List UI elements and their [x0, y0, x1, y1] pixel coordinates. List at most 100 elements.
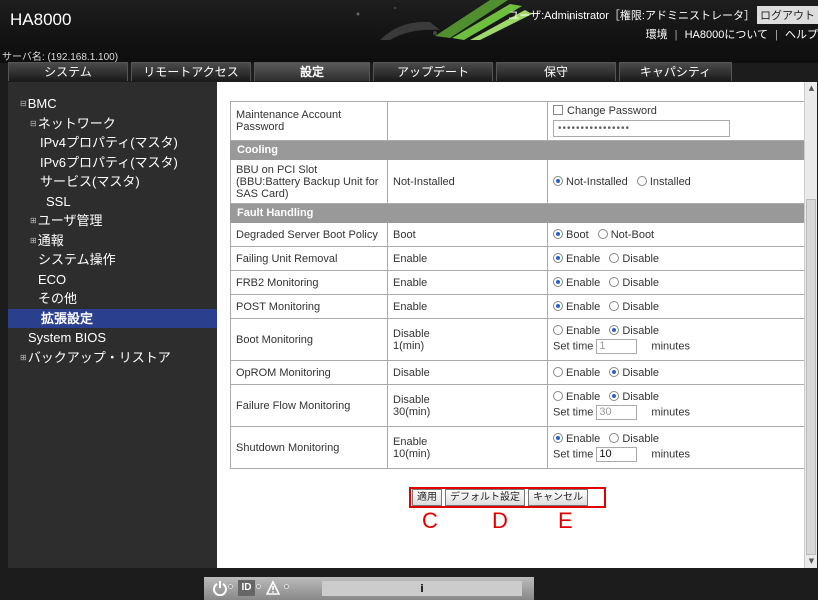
- sidebar-item-system-bios[interactable]: System BIOS: [8, 328, 217, 348]
- sidebar-item-user-management[interactable]: ⊞ユーザ管理: [8, 211, 217, 231]
- annotation-c: C: [422, 508, 438, 533]
- power-led-icon: [228, 584, 233, 589]
- expand-icon[interactable]: ⊞: [20, 353, 27, 362]
- row-value: Enable 10(min): [387, 426, 548, 469]
- tab-update[interactable]: アップデート: [373, 62, 493, 81]
- row-label: BBU on PCI Slot (BBU:Battery Backup Unit…: [230, 159, 388, 204]
- sidebar-item-system-operation[interactable]: システム操作: [8, 250, 217, 270]
- table-row: POST Monitoring Enable Enable Disable: [230, 294, 805, 319]
- expand-icon[interactable]: ⊞: [30, 236, 37, 245]
- radio-disable[interactable]: [609, 300, 620, 311]
- row-setting: Enable Disable Set time 10 minutes: [547, 426, 805, 469]
- row-value: Boot: [387, 222, 548, 247]
- help-link[interactable]: ヘルプ: [785, 29, 818, 41]
- sidebar-item-other[interactable]: その他: [8, 289, 217, 309]
- radio-enable[interactable]: [553, 391, 563, 401]
- table-row: Failure Flow Monitoring Disable 30(min) E…: [230, 384, 805, 427]
- radio-enable[interactable]: [553, 325, 563, 335]
- about-link[interactable]: HA8000について: [685, 29, 768, 41]
- tab-capacity[interactable]: キャパシティ: [619, 62, 732, 81]
- environment-link[interactable]: 環境: [646, 29, 668, 41]
- sidebar-item-bmc[interactable]: ⊟BMC: [8, 94, 217, 114]
- radio-disable[interactable]: [609, 391, 620, 401]
- sidebar-item-label: その他: [38, 291, 78, 306]
- default-settings-button[interactable]: デフォルト設定: [445, 489, 525, 506]
- change-password-checkbox[interactable]: [553, 105, 563, 115]
- sidebar-item-ipv6[interactable]: IPv6プロパティ(マスタ): [8, 153, 217, 173]
- radio-not-boot[interactable]: [597, 228, 608, 239]
- tab-settings[interactable]: 設定: [254, 62, 370, 81]
- sidebar-item-extended-settings[interactable]: 拡張設定: [8, 308, 217, 328]
- sidebar-item-ssl[interactable]: SSL: [8, 192, 217, 212]
- radio-installed[interactable]: [636, 175, 647, 186]
- time-input[interactable]: 1: [596, 339, 638, 354]
- radio-label: Enable: [566, 252, 601, 265]
- tab-maintenance[interactable]: 保守: [496, 62, 616, 81]
- radio-enable[interactable]: [553, 276, 563, 287]
- radio-disable[interactable]: [609, 276, 620, 287]
- sidebar-item-label: システム操作: [38, 252, 116, 267]
- time-input[interactable]: 30: [596, 405, 638, 420]
- radio-boot[interactable]: [553, 228, 563, 239]
- sidebar-item-eco[interactable]: ECO: [8, 270, 217, 290]
- row-value: Disable: [387, 360, 548, 385]
- set-time-label: Set time: [553, 448, 594, 461]
- set-time-row: Set time 10 minutes: [553, 447, 799, 462]
- time-input[interactable]: 10: [596, 447, 638, 462]
- radio-disable[interactable]: [609, 252, 620, 263]
- vertical-scrollbar[interactable]: ▲ ▼: [804, 82, 817, 568]
- radio-enable[interactable]: [553, 300, 563, 311]
- radio-enable[interactable]: [553, 366, 563, 377]
- info-icon[interactable]: i: [322, 581, 522, 596]
- logout-button[interactable]: ログアウト: [757, 6, 818, 24]
- tab-remote-access[interactable]: リモートアクセス: [131, 62, 251, 81]
- radio-disable[interactable]: [609, 325, 620, 335]
- radio-label: Enable: [566, 300, 601, 313]
- row-value: Enable: [387, 270, 548, 295]
- scroll-up-arrow-icon[interactable]: ▲: [805, 82, 817, 95]
- radio-enable[interactable]: [553, 433, 563, 443]
- sidebar-item-label: ユーザ管理: [37, 213, 103, 228]
- collapse-icon[interactable]: ⊟: [30, 119, 37, 128]
- radio-label: Disable: [622, 366, 660, 379]
- row-value: Enable: [387, 294, 548, 319]
- radio-label: Not-Boot: [610, 228, 655, 241]
- tab-system[interactable]: システム: [8, 62, 128, 81]
- row-label: OpROM Monitoring: [230, 360, 388, 385]
- change-password-label: Change Password: [567, 105, 657, 117]
- expand-icon[interactable]: ⊞: [30, 216, 37, 225]
- radio-disable[interactable]: [609, 366, 620, 377]
- radio-label: Enable: [566, 366, 601, 379]
- table-row: FRB2 Monitoring Enable Enable Disable: [230, 270, 805, 295]
- scrollbar-thumb[interactable]: [806, 199, 816, 555]
- set-time-row: Set time 30 minutes: [553, 405, 799, 420]
- table-row: Shutdown Monitoring Enable 10(min) Enable…: [230, 426, 805, 469]
- radio-disable[interactable]: [609, 433, 620, 443]
- sidebar-item-ipv4[interactable]: IPv4プロパティ(マスタ): [8, 133, 217, 153]
- radio-not-installed[interactable]: [553, 175, 563, 186]
- minutes-label: minutes: [651, 340, 690, 353]
- status-footer: ID i: [0, 568, 818, 600]
- annotation-d: D: [492, 508, 508, 533]
- sidebar-item-backup-restore[interactable]: ⊞バックアップ・リストア: [8, 348, 217, 368]
- radio-enable[interactable]: [553, 252, 563, 263]
- sidebar-item-label: ネットワーク: [37, 115, 116, 131]
- warning-led-icon: [284, 584, 289, 589]
- apply-button[interactable]: 適用: [412, 489, 442, 506]
- annotation-e: E: [558, 508, 573, 533]
- set-time-label: Set time: [553, 340, 594, 353]
- id-led-icon: [256, 584, 261, 589]
- header-bar: HA8000 サーバ名: (192.168.1.100) ユーザ:Adminis…: [0, 0, 818, 63]
- sidebar-item-notification[interactable]: ⊞通報: [8, 231, 217, 251]
- table-row: BBU on PCI Slot (BBU:Battery Backup Unit…: [230, 159, 805, 204]
- sidebar-item-services[interactable]: サービス(マスタ): [8, 172, 217, 192]
- radio-label: Enable: [566, 391, 601, 403]
- scroll-down-arrow-icon[interactable]: ▼: [805, 555, 817, 568]
- radio-label: Boot: [566, 228, 589, 241]
- password-field[interactable]: ••••••••••••••••: [553, 120, 730, 137]
- sidebar-item-network[interactable]: ⊟ネットワーク: [8, 114, 217, 134]
- sidebar-item-label: System BIOS: [28, 330, 107, 345]
- link-divider: |: [775, 29, 778, 41]
- cancel-button[interactable]: キャンセル: [528, 489, 588, 506]
- collapse-icon[interactable]: ⊟: [20, 99, 27, 108]
